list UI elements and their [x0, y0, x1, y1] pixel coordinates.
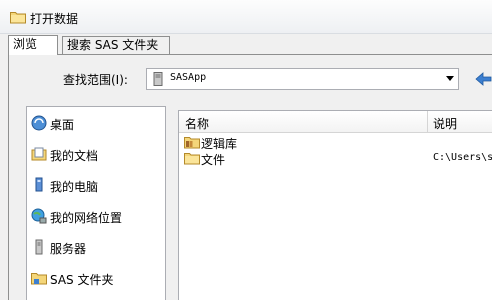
place-my-documents[interactable]: 我的文档: [27, 139, 165, 169]
item-description: C:\Users\s: [433, 152, 492, 163]
column-header-description[interactable]: 说明: [433, 115, 457, 132]
desktop-icon: [31, 115, 47, 131]
title-bar[interactable]: 打开数据: [0, 0, 492, 34]
library-icon: [184, 137, 200, 149]
place-label: 桌面: [50, 118, 75, 132]
place-sas-folders[interactable]: SAS 文件夹: [27, 263, 165, 293]
look-in-value: SASApp: [170, 72, 207, 83]
places-bar: 桌面 我的文档 我的电脑 我的网络位置 服务器 SAS 文件夹: [26, 106, 166, 300]
column-divider[interactable]: [427, 111, 428, 133]
look-in-dropdown[interactable]: SASApp: [146, 68, 459, 90]
tab-search-sas-folders[interactable]: 搜索 SAS 文件夹: [62, 36, 170, 54]
place-label: 我的文档: [50, 149, 99, 163]
look-in-label: 查找范围(I):: [63, 73, 128, 87]
folder-icon: [184, 153, 200, 165]
place-label: 我的网络位置: [50, 211, 123, 225]
file-list-header: 名称 说明: [179, 111, 492, 133]
place-label: 我的电脑: [50, 180, 99, 194]
column-header-name[interactable]: 名称: [185, 115, 209, 132]
file-list[interactable]: 名称 说明 逻辑库 文件 C:\Users\s: [178, 110, 492, 300]
place-desktop[interactable]: 桌面: [27, 108, 165, 138]
server-icon: [35, 239, 43, 255]
place-my-computer[interactable]: 我的电脑: [27, 170, 165, 200]
chevron-down-icon[interactable]: [446, 76, 454, 81]
place-label: SAS 文件夹: [50, 273, 114, 287]
computer-icon: [35, 177, 43, 192]
network-icon: [31, 208, 47, 224]
list-item[interactable]: 逻辑库: [179, 134, 492, 151]
item-name: 文件: [201, 153, 226, 167]
tab-browse[interactable]: 浏览: [8, 35, 58, 55]
back-arrow-icon[interactable]: [474, 70, 492, 88]
place-servers[interactable]: 服务器: [27, 232, 165, 262]
folder-icon: [10, 12, 26, 24]
sas-folder-icon: [31, 273, 47, 285]
window-title: 打开数据: [30, 12, 79, 26]
list-item[interactable]: 文件 C:\Users\s: [179, 150, 492, 167]
documents-icon: [31, 147, 47, 161]
server-icon: [153, 72, 163, 86]
place-my-network[interactable]: 我的网络位置: [27, 201, 165, 231]
place-label: 服务器: [50, 242, 87, 256]
